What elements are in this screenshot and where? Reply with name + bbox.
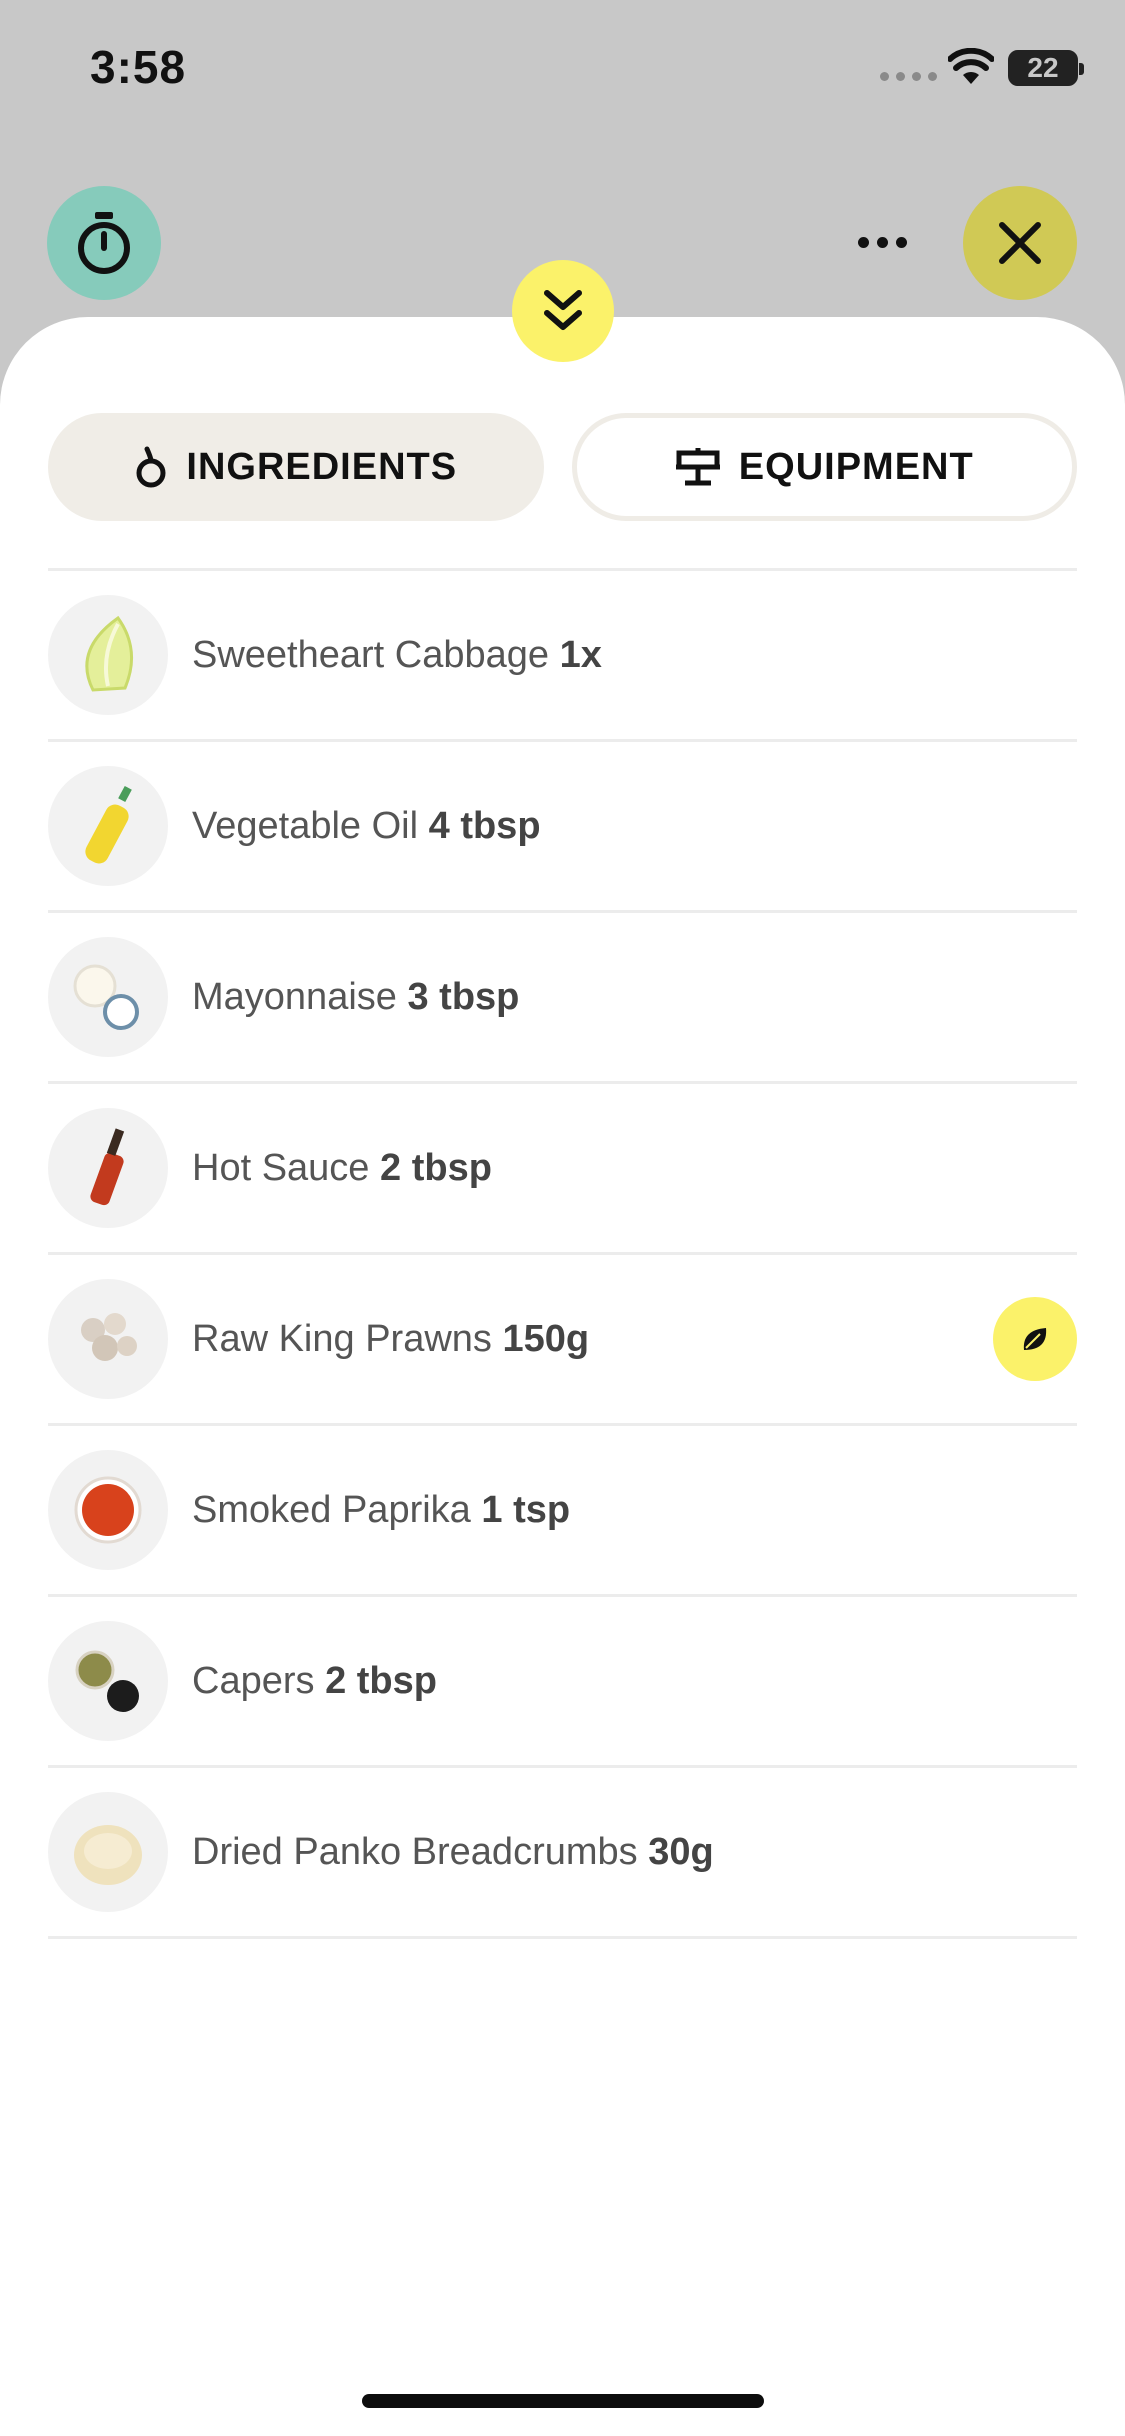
ingredient-quantity: 2 tbsp (380, 1146, 492, 1189)
stove-icon (675, 448, 720, 486)
ingredient-quantity: 3 tbsp (407, 975, 520, 1018)
tab-ingredients-label: INGREDIENTS (186, 445, 458, 488)
ellipsis-icon (857, 236, 869, 248)
leaf-icon (1023, 1328, 1047, 1350)
ingredient-name: Vegetable Oil (192, 804, 419, 847)
ingredient-name: Mayonnaise (192, 975, 397, 1018)
tab-equipment[interactable]: EQUIPMENT (571, 413, 1077, 521)
capers-image (48, 1621, 168, 1741)
tab-ingredients[interactable]: INGREDIENTS (48, 413, 544, 521)
list-item[interactable]: Sweetheart Cabbage 1x (48, 571, 1077, 742)
tab-equipment-label: EQUIPMENT (738, 445, 974, 488)
hot-sauce-image (48, 1108, 168, 1228)
more-options-button[interactable] (846, 215, 918, 269)
paprika-image (48, 1450, 168, 1570)
ingredient-name: Hot Sauce (192, 1146, 370, 1189)
ingredient-name: Capers (192, 1659, 315, 1702)
double-chevron-down-icon (544, 290, 582, 330)
ingredients-list: Sweetheart Cabbage 1x Vegetable Oil 4 tb… (48, 568, 1077, 1939)
ingredient-quantity: 1 tsp (481, 1488, 571, 1531)
cabbage-image (48, 595, 168, 715)
list-item[interactable]: Smoked Paprika 1 tsp (48, 1426, 1077, 1597)
ingredient-name: Raw King Prawns (192, 1317, 492, 1360)
list-item[interactable]: Dried Panko Breadcrumbs 30g (48, 1768, 1077, 1939)
recipe-ingredients-screen: 3:58 22 INGREDIENTS EQUIPMENT Sweetheart… (0, 0, 1125, 2436)
list-item[interactable]: Capers 2 tbsp (48, 1597, 1077, 1768)
ingredient-quantity: 4 tbsp (428, 804, 541, 847)
ingredient-name: Sweetheart Cabbage (192, 633, 550, 676)
timer-button[interactable] (47, 186, 161, 300)
battery-icon: 22 (1008, 50, 1084, 86)
oil-bottle-image (48, 766, 168, 886)
prawns-image (48, 1279, 168, 1399)
panko-image (48, 1792, 168, 1912)
ingredient-name: Dried Panko Breadcrumbs (192, 1830, 638, 1873)
mayonnaise-image (48, 937, 168, 1057)
close-button[interactable] (963, 186, 1077, 300)
list-item[interactable]: Hot Sauce 2 tbsp (48, 1084, 1077, 1255)
ingredient-quantity: 1x (559, 633, 602, 676)
wifi-icon (948, 48, 994, 84)
status-time: 3:58 (90, 41, 187, 93)
ingredient-name: Smoked Paprika (192, 1488, 471, 1531)
ingredient-quantity: 30g (648, 1830, 714, 1873)
close-icon (999, 222, 1041, 264)
list-item[interactable]: Vegetable Oil 4 tbsp (48, 742, 1077, 913)
collapse-sheet-button[interactable] (512, 260, 614, 362)
cellular-signal-icon (880, 72, 937, 81)
list-item[interactable]: Mayonnaise 3 tbsp (48, 913, 1077, 1084)
tab-bar: INGREDIENTS EQUIPMENT (48, 413, 1077, 521)
home-indicator[interactable] (362, 2394, 764, 2408)
ingredient-quantity: 150g (502, 1317, 590, 1360)
stopwatch-icon (78, 212, 130, 274)
onion-icon (136, 446, 166, 488)
status-bar: 3:58 22 (0, 0, 1125, 140)
sustainable-badge[interactable] (993, 1297, 1077, 1381)
ingredient-quantity: 2 tbsp (325, 1659, 437, 1702)
list-item[interactable]: Raw King Prawns 150g (48, 1255, 1077, 1426)
